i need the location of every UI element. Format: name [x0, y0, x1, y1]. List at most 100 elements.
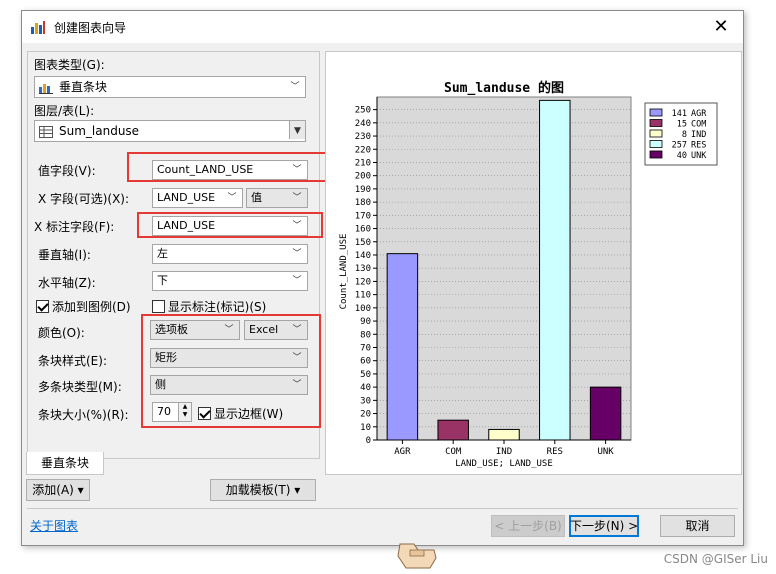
- y-tick-label: 220: [355, 145, 371, 155]
- bar: [589, 386, 622, 441]
- caret-down-icon: ▼: [289, 121, 305, 139]
- y-axis-label: Count_LAND_USE: [339, 234, 349, 310]
- multi-bar-type-label: 多条块类型(M):: [38, 380, 122, 394]
- bar-chart-icon: [39, 84, 53, 94]
- color-select[interactable]: 选项板 ﹀: [150, 320, 240, 340]
- settings-panel: 图表类型(G): 垂直条块 ﹀ 图层/表(L): Sum_landuse ▼ 值…: [27, 51, 327, 459]
- palette-select[interactable]: Excel ﹀: [244, 320, 308, 340]
- chart-wizard-icon: [31, 21, 45, 34]
- legend-label: IND: [691, 130, 706, 140]
- chevron-down-icon: ﹀: [292, 276, 302, 286]
- y-tick-label: 0: [366, 436, 371, 446]
- y-tick-label: 150: [355, 238, 371, 248]
- y-tick-label: 130: [355, 264, 371, 274]
- multi-bar-type-select[interactable]: 侧 ﹀: [150, 375, 308, 395]
- y-tick-label: 230: [355, 132, 371, 142]
- y-tick-label: 40: [360, 383, 371, 393]
- x-field-select[interactable]: LAND_USE ﹀: [152, 188, 243, 208]
- bar-style-value: 矩形: [155, 351, 177, 364]
- legend-label: AGR: [691, 109, 707, 119]
- x-tick-label: AGR: [394, 447, 411, 457]
- layer-select[interactable]: Sum_landuse ▼: [34, 120, 306, 142]
- cancel-button[interactable]: 取消: [660, 515, 735, 537]
- chevron-down-icon: ﹀: [292, 353, 302, 363]
- x-label-field-label: X 标注字段(F):: [34, 220, 115, 234]
- chevron-down-icon: ﹀: [292, 249, 302, 259]
- y-tick-label: 60: [360, 357, 371, 367]
- legend-label: UNK: [691, 151, 707, 161]
- x-label-field-select[interactable]: LAND_USE ﹀: [152, 216, 308, 236]
- palette-value: Excel: [249, 323, 279, 336]
- add-button[interactable]: 添加(A) ▾: [26, 479, 90, 501]
- vertical-axis-value: 左: [157, 247, 168, 260]
- vertical-axis-select[interactable]: 左 ﹀: [152, 244, 308, 264]
- y-tick-label: 210: [355, 158, 371, 168]
- checkbox-unchecked-icon[interactable]: [152, 300, 165, 313]
- x-axis-label: LAND_USE; LAND_USE: [455, 459, 553, 469]
- legend-swatch: [649, 140, 663, 148]
- chevron-down-icon: ﹀: [290, 82, 300, 92]
- legend-swatch: [649, 129, 663, 138]
- y-tick-label: 50: [360, 370, 371, 380]
- y-tick-label: 200: [355, 172, 371, 182]
- chevron-down-icon: ﹀: [227, 193, 237, 203]
- next-button[interactable]: 下一步(N) >: [569, 515, 639, 537]
- bar-size-label: 条块大小(%)(R):: [38, 408, 129, 422]
- y-tick-label: 190: [355, 185, 371, 195]
- bar-size-spinner[interactable]: 70 ▲ ▼: [152, 402, 192, 422]
- legend-count: 257: [672, 141, 687, 151]
- chart-wizard-dialog: 创建图表向导 ✕ 图表类型(G): 垂直条块 ﹀ 图层/表(L): Sum_la…: [21, 10, 744, 546]
- y-tick-label: 250: [355, 106, 371, 116]
- legend-count: 15: [677, 120, 687, 130]
- bar-style-select[interactable]: 矩形 ﹀: [150, 348, 308, 368]
- y-tick-label: 110: [355, 291, 371, 301]
- spinner-arrows-icon[interactable]: ▲ ▼: [178, 403, 191, 421]
- value-field-select[interactable]: Count_LAND_USE ﹀: [152, 160, 308, 180]
- x-label-field-value: LAND_USE: [157, 219, 216, 232]
- show-border-checkbox[interactable]: 显示边框(W): [198, 405, 283, 422]
- legend-swatch: [649, 150, 663, 159]
- legend-count: 141: [672, 109, 687, 119]
- layer-label: 图层/表(L):: [34, 104, 95, 118]
- show-labels-label: 显示标注(标记)(S): [168, 300, 267, 314]
- chart-preview-panel: Sum_landuse 的图 0 10 20 30 40 50 60 70 80 90 100 110 1…: [325, 51, 742, 475]
- bar-size-value: 70: [157, 405, 171, 418]
- value-field-value: Count_LAND_USE: [157, 163, 254, 176]
- y-tick-label: 140: [355, 251, 371, 261]
- y-tick-label: 120: [355, 277, 371, 287]
- vertical-axis-label: 垂直轴(I):: [38, 248, 91, 262]
- bar: [437, 419, 469, 441]
- y-tick-label: 170: [355, 211, 371, 221]
- y-tick-label: 30: [360, 396, 371, 406]
- x-field-sort-select[interactable]: 值 ﹀: [246, 188, 308, 208]
- checkbox-checked-icon[interactable]: [36, 300, 49, 313]
- color-value: 选项板: [155, 323, 188, 336]
- chart-type-value: 垂直条块: [59, 80, 108, 94]
- about-charts-link[interactable]: 关于图表: [30, 517, 78, 534]
- chart-preview: Sum_landuse 的图 0 10 20 30 40 50 60 70 80 90 100 110 1…: [326, 52, 741, 474]
- y-tick-label: 240: [355, 119, 371, 129]
- chevron-down-icon: ﹀: [292, 165, 302, 175]
- x-field-value: LAND_USE: [157, 191, 216, 204]
- tab-vertical-bar[interactable]: 垂直条块: [26, 452, 104, 475]
- legend-label: COM: [691, 120, 706, 130]
- chart-type-select[interactable]: 垂直条块 ﹀: [34, 76, 306, 98]
- x-tick-label: RES: [547, 447, 563, 457]
- legend-count: 8: [682, 130, 687, 140]
- chart-title: Sum_landuse 的图: [444, 80, 564, 96]
- bar: [488, 428, 520, 441]
- show-border-label: 显示边框(W): [214, 407, 284, 421]
- horizontal-axis-label: 水平轴(Z):: [38, 276, 96, 290]
- load-template-button[interactable]: 加载模板(T) ▾: [210, 479, 316, 501]
- x-field-sort-value: 值: [251, 191, 262, 204]
- close-button[interactable]: ✕: [709, 15, 733, 39]
- layer-value: Sum_landuse: [59, 124, 140, 138]
- prev-button[interactable]: < 上一步(B): [491, 515, 565, 537]
- x-tick-label: COM: [445, 447, 462, 457]
- bar: [386, 253, 419, 441]
- show-labels-checkbox[interactable]: 显示标注(标记)(S): [152, 298, 266, 315]
- horizontal-axis-select[interactable]: 下 ﹀: [152, 271, 308, 291]
- checkbox-checked-icon[interactable]: [198, 407, 211, 420]
- chevron-down-icon: ﹀: [292, 193, 302, 203]
- add-to-legend-checkbox[interactable]: 添加到图例(D): [36, 298, 131, 315]
